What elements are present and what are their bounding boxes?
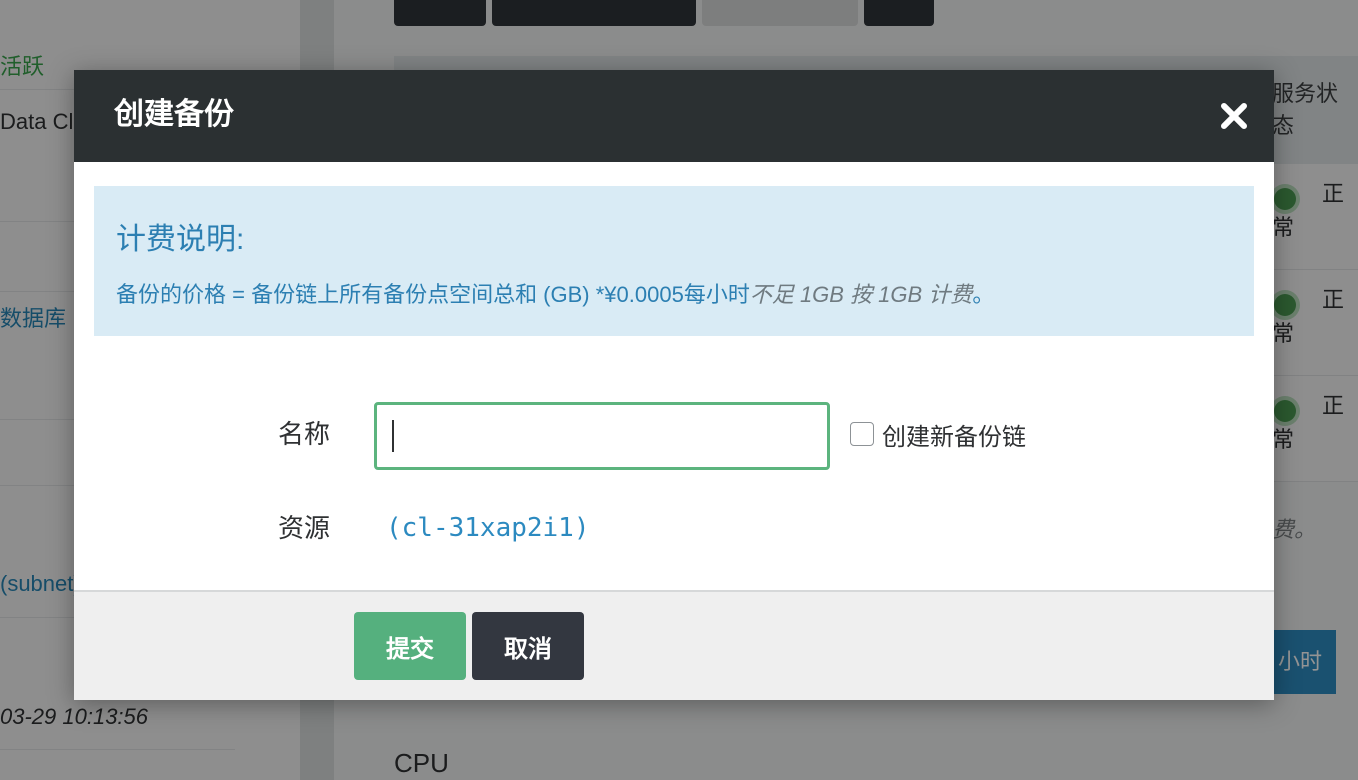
resource-label: 资源 (278, 513, 331, 543)
create-backup-modal: 创建备份 计费说明: 备份的价格 = 备份链上所有备份点空间总和 (GB) *¥… (74, 70, 1274, 700)
billing-description: 备份的价格 = 备份链上所有备份点空间总和 (GB) *¥0.0005每小时不足… (116, 280, 994, 310)
new-backup-chain-option[interactable]: 创建新备份链 (850, 416, 1026, 452)
billing-info-box: 计费说明: 备份的价格 = 备份链上所有备份点空间总和 (GB) *¥0.000… (94, 186, 1254, 336)
modal-title: 创建备份 (114, 98, 234, 131)
close-button[interactable] (1214, 96, 1254, 136)
billing-text-main: 备份的价格 = 备份链上所有备份点空间总和 (GB) *¥0.0005每小时 (116, 282, 750, 307)
modal-footer: 提交 取消 (74, 590, 1274, 700)
submit-button[interactable]: 提交 (354, 612, 466, 680)
backup-name-input[interactable] (374, 402, 830, 470)
resource-link[interactable]: (cl-31xap2i1) (386, 510, 590, 546)
close-icon (1221, 103, 1247, 129)
text-caret (392, 420, 394, 452)
name-label: 名称 (278, 419, 331, 449)
billing-title: 计费说明: (116, 223, 245, 256)
modal-header: 创建备份 (74, 70, 1274, 162)
billing-text-italic: 不足 1GB 按 1GB 计费 (749, 282, 973, 307)
billing-text-end: 。 (972, 282, 995, 307)
cancel-button[interactable]: 取消 (472, 612, 584, 680)
new-backup-chain-label: 创建新备份链 (882, 423, 1026, 451)
new-backup-chain-checkbox[interactable] (850, 422, 874, 446)
